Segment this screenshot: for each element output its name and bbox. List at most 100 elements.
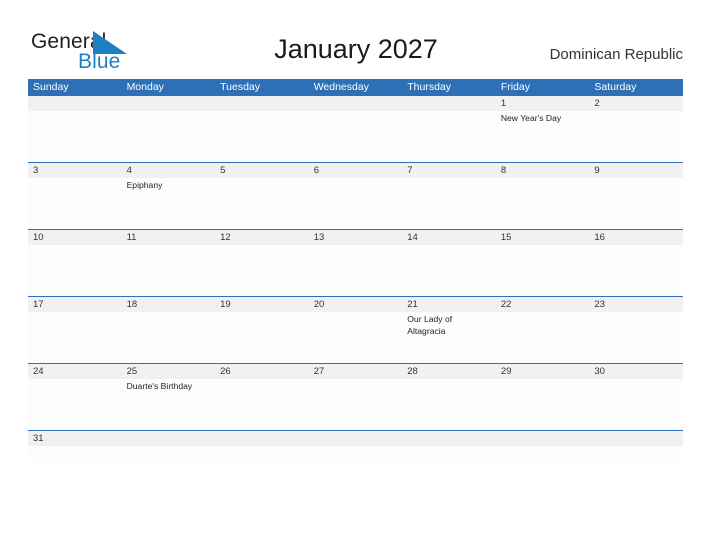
day-number[interactable]: 16 bbox=[589, 230, 683, 245]
day-number[interactable]: 26 bbox=[215, 364, 309, 379]
day-event[interactable] bbox=[122, 111, 216, 162]
day-number[interactable] bbox=[496, 431, 590, 446]
day-event[interactable] bbox=[215, 245, 309, 296]
day-number[interactable]: 8 bbox=[496, 163, 590, 178]
day-number[interactable]: 21 bbox=[402, 297, 496, 312]
day-event[interactable] bbox=[215, 446, 309, 497]
day-number[interactable]: 20 bbox=[309, 297, 403, 312]
week-event-band bbox=[28, 446, 683, 460]
day-number[interactable]: 30 bbox=[589, 364, 683, 379]
day-event[interactable] bbox=[122, 312, 216, 363]
day-number[interactable] bbox=[215, 431, 309, 446]
day-event[interactable] bbox=[28, 446, 122, 497]
day-number[interactable]: 13 bbox=[309, 230, 403, 245]
day-number[interactable] bbox=[215, 96, 309, 111]
week-date-band: 24 25 26 27 28 29 30 bbox=[28, 364, 683, 379]
weekday-header-friday: Friday bbox=[500, 81, 530, 93]
day-number[interactable] bbox=[309, 431, 403, 446]
week-date-band: 1 2 bbox=[28, 96, 683, 111]
day-event[interactable] bbox=[215, 111, 309, 162]
day-number[interactable]: 17 bbox=[28, 297, 122, 312]
day-event[interactable] bbox=[28, 379, 122, 430]
day-event[interactable] bbox=[309, 446, 403, 497]
day-event[interactable] bbox=[402, 379, 496, 430]
day-number[interactable] bbox=[28, 96, 122, 111]
day-number[interactable]: 2 bbox=[589, 96, 683, 111]
day-event[interactable] bbox=[589, 379, 683, 430]
week-date-band: 17 18 19 20 21 22 23 bbox=[28, 297, 683, 312]
day-event[interactable] bbox=[496, 245, 590, 296]
day-number[interactable]: 22 bbox=[496, 297, 590, 312]
day-event[interactable]: New Year's Day bbox=[496, 111, 590, 162]
weekday-header-wednesday: Wednesday bbox=[313, 81, 369, 93]
day-event[interactable] bbox=[28, 111, 122, 162]
day-number[interactable]: 6 bbox=[309, 163, 403, 178]
day-number[interactable]: 12 bbox=[215, 230, 309, 245]
day-event[interactable] bbox=[122, 245, 216, 296]
day-number[interactable]: 15 bbox=[496, 230, 590, 245]
day-number[interactable] bbox=[122, 431, 216, 446]
day-number[interactable]: 10 bbox=[28, 230, 122, 245]
day-event[interactable] bbox=[402, 245, 496, 296]
day-event[interactable] bbox=[215, 312, 309, 363]
day-number[interactable]: 1 bbox=[496, 96, 590, 111]
weekday-header-monday: Monday bbox=[126, 81, 164, 93]
day-event[interactable] bbox=[28, 312, 122, 363]
day-event[interactable] bbox=[122, 446, 216, 497]
day-number[interactable]: 7 bbox=[402, 163, 496, 178]
day-number[interactable]: 4 bbox=[122, 163, 216, 178]
day-event[interactable] bbox=[215, 178, 309, 229]
day-event[interactable] bbox=[28, 245, 122, 296]
day-number[interactable]: 11 bbox=[122, 230, 216, 245]
day-number[interactable]: 5 bbox=[215, 163, 309, 178]
day-event[interactable] bbox=[496, 178, 590, 229]
day-event[interactable] bbox=[309, 312, 403, 363]
day-event[interactable] bbox=[309, 111, 403, 162]
day-event[interactable] bbox=[589, 245, 683, 296]
day-event[interactable] bbox=[589, 446, 683, 497]
day-number[interactable]: 28 bbox=[402, 364, 496, 379]
page-header: General Blue January 2027 Dominican Repu… bbox=[0, 0, 712, 78]
day-event[interactable] bbox=[215, 379, 309, 430]
day-number[interactable]: 23 bbox=[589, 297, 683, 312]
day-event[interactable] bbox=[496, 379, 590, 430]
day-number[interactable]: 14 bbox=[402, 230, 496, 245]
day-number[interactable] bbox=[402, 96, 496, 111]
day-number[interactable] bbox=[122, 96, 216, 111]
day-event[interactable] bbox=[309, 245, 403, 296]
day-number[interactable] bbox=[589, 431, 683, 446]
week-event-band: New Year's Day bbox=[28, 111, 683, 162]
day-event[interactable] bbox=[309, 178, 403, 229]
day-event[interactable] bbox=[402, 178, 496, 229]
day-event[interactable] bbox=[589, 312, 683, 363]
day-event[interactable] bbox=[496, 312, 590, 363]
day-event[interactable] bbox=[589, 111, 683, 162]
day-event[interactable]: Our Lady of Altagracia bbox=[402, 312, 496, 363]
day-event[interactable]: Epiphany bbox=[122, 178, 216, 229]
day-number[interactable]: 24 bbox=[28, 364, 122, 379]
day-event[interactable] bbox=[309, 379, 403, 430]
day-event[interactable] bbox=[589, 178, 683, 229]
calendar-week-row: 3 4 5 6 7 8 9 Epiphany bbox=[28, 162, 683, 229]
week-date-band: 31 bbox=[28, 431, 683, 446]
day-event[interactable] bbox=[402, 446, 496, 497]
day-number[interactable]: 29 bbox=[496, 364, 590, 379]
day-number[interactable]: 27 bbox=[309, 364, 403, 379]
week-date-band: 10 11 12 13 14 15 16 bbox=[28, 230, 683, 245]
day-event[interactable] bbox=[402, 111, 496, 162]
weekday-header-saturday: Saturday bbox=[594, 81, 637, 93]
day-number[interactable]: 3 bbox=[28, 163, 122, 178]
day-number[interactable] bbox=[402, 431, 496, 446]
day-event[interactable] bbox=[28, 178, 122, 229]
calendar-week-row: 1 2 New Year's Day bbox=[28, 96, 683, 162]
day-number[interactable]: 25 bbox=[122, 364, 216, 379]
day-event[interactable]: Duarte's Birthday bbox=[122, 379, 216, 430]
week-event-band: Our Lady of Altagracia bbox=[28, 312, 683, 363]
day-number[interactable] bbox=[309, 96, 403, 111]
day-number[interactable]: 18 bbox=[122, 297, 216, 312]
day-number[interactable]: 31 bbox=[28, 431, 122, 446]
region-label: Dominican Republic bbox=[549, 46, 683, 63]
day-event[interactable] bbox=[496, 446, 590, 497]
day-number[interactable]: 19 bbox=[215, 297, 309, 312]
day-number[interactable]: 9 bbox=[589, 163, 683, 178]
